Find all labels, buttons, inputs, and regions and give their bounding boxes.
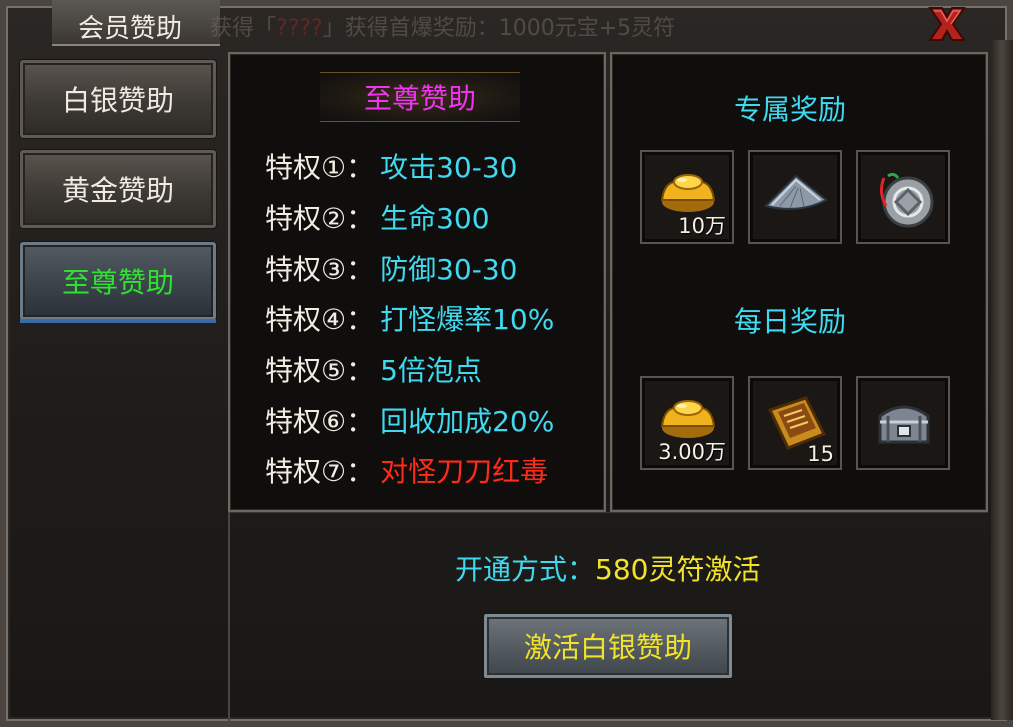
- privilege-value: 防御30-30: [380, 253, 518, 286]
- exclusive-reward-slot[interactable]: 10万: [640, 150, 734, 244]
- bamboo-hat-icon: [764, 174, 828, 210]
- sidebar-item-supreme[interactable]: 至尊赞助: [20, 242, 216, 323]
- treasure-chest-icon: [878, 405, 930, 444]
- broadcast-ticker: 获得「????」获得首爆奖励：1000元宝+5灵符: [210, 10, 675, 42]
- sidebar-item-gold[interactable]: 黄金赞助: [20, 150, 216, 228]
- activation-method: 开通方式：580灵符激活: [455, 548, 760, 588]
- sidebar-item-label: 白银赞助: [61, 84, 174, 117]
- reward-quantity: 15: [807, 442, 834, 466]
- privilege-label: 特权①：: [265, 151, 375, 184]
- privilege-value: 攻击30-30: [380, 151, 518, 184]
- exclusive-reward-slot[interactable]: [856, 150, 950, 244]
- activate-button[interactable]: 激活白银赞助: [484, 614, 732, 678]
- window-title: 会员赞助: [78, 14, 183, 44]
- privilege-label: 特权⑤：: [265, 354, 375, 387]
- privilege-value: 回收加成20%: [380, 405, 555, 438]
- privilege-row: 特权⑦： 对怪刀刀红毒: [265, 450, 548, 490]
- privilege-label: 特权③：: [265, 253, 375, 286]
- sidebar-separator: [228, 512, 230, 722]
- privilege-row: 特权⑤： 5倍泡点: [265, 349, 482, 389]
- privilege-row: 特权③： 防御30-30: [265, 248, 517, 288]
- sidebar-item-label: 至尊赞助: [61, 266, 174, 299]
- daily-reward-slot[interactable]: 3.00万: [640, 376, 734, 470]
- privilege-value: 生命300: [380, 202, 490, 235]
- activation-method-label: 开通方式：: [455, 553, 596, 586]
- exclusive-reward-slot[interactable]: [748, 150, 842, 244]
- privilege-value: 5倍泡点: [380, 354, 482, 387]
- privilege-value: 对怪刀刀红毒: [380, 455, 549, 488]
- daily-rewards-title: 每日奖励: [733, 305, 846, 338]
- privilege-row: 特权④： 打怪爆率10%: [265, 298, 554, 338]
- privilege-label: 特权⑥：: [265, 405, 375, 438]
- privilege-label: 特权④：: [265, 303, 375, 336]
- daily-reward-slot[interactable]: 15: [748, 376, 842, 470]
- medal-icon: [879, 172, 934, 228]
- section-title: 至尊赞助: [320, 72, 520, 122]
- activation-method-value: 580灵符激活: [595, 553, 761, 586]
- activate-button-label: 激活白银赞助: [523, 631, 692, 664]
- privilege-label: 特权②：: [265, 202, 375, 235]
- sidebar-item-silver[interactable]: 白银赞助: [20, 60, 216, 138]
- panel-divider: [228, 512, 988, 513]
- ticker-item: ????: [276, 16, 323, 41]
- privilege-row: 特权②： 生命300: [265, 197, 490, 237]
- close-icon[interactable]: [922, 2, 972, 46]
- sidebar-item-label: 黄金赞助: [61, 174, 174, 207]
- ticker-prefix: 获得「: [210, 16, 277, 41]
- daily-reward-slot[interactable]: [856, 376, 950, 470]
- exclusive-rewards-title: 专属奖励: [733, 93, 846, 126]
- privilege-row: 特权①： 攻击30-30: [265, 146, 517, 186]
- reward-quantity: 10万: [678, 214, 726, 238]
- privilege-value: 打怪爆率10%: [380, 303, 555, 336]
- ticker-suffix: 」获得首爆奖励：1000元宝+5灵符: [322, 16, 676, 41]
- reward-quantity: 3.00万: [658, 440, 726, 464]
- window-right-rim: [991, 40, 1013, 720]
- privilege-row: 特权⑥： 回收加成20%: [265, 400, 554, 440]
- privilege-label: 特权⑦：: [265, 455, 375, 488]
